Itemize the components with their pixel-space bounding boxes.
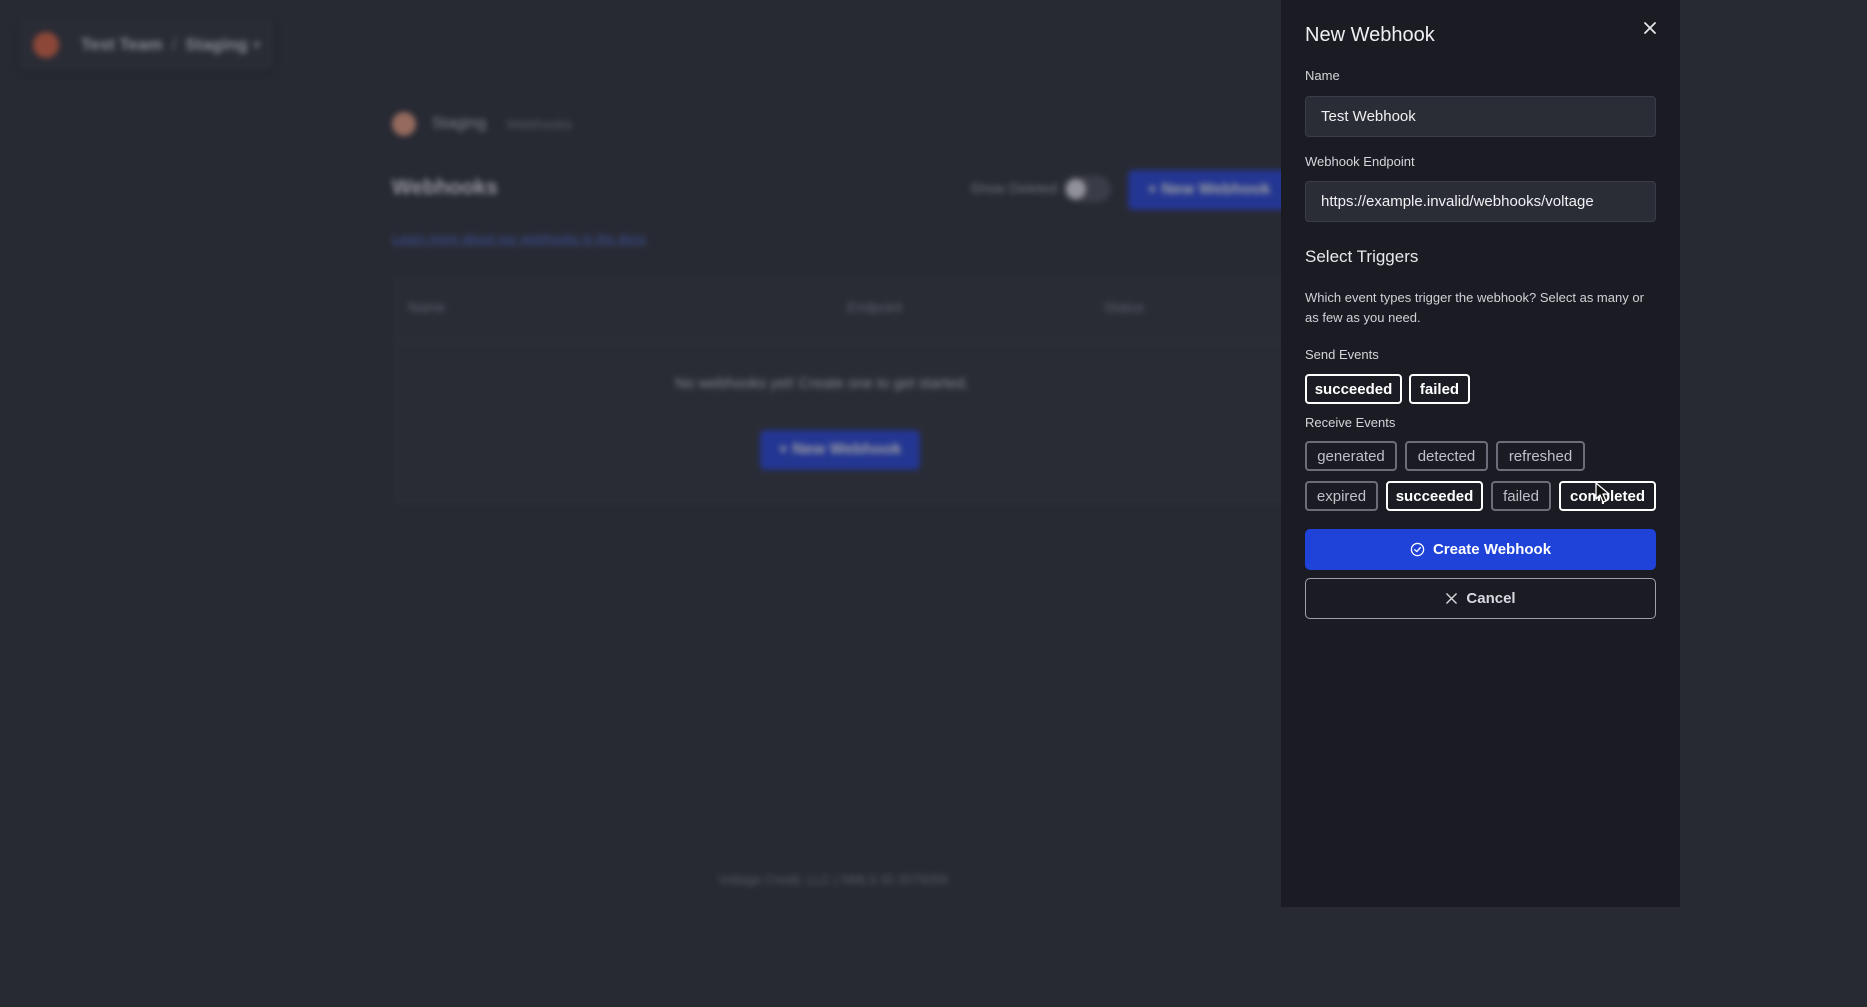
environment-name: Staging [185, 35, 248, 54]
team-switcher[interactable]: Test Team / Staging ▾ [19, 19, 274, 71]
endpoint-input[interactable] [1305, 181, 1656, 222]
send-events-label: Send Events [1305, 347, 1379, 362]
receive-events-label: Receive Events [1305, 415, 1396, 430]
column-header-status: Status [1104, 299, 1144, 315]
webhooks-table: Name Endpoint Status No webhooks yet! Cr… [392, 275, 1292, 505]
learn-more-link[interactable]: Learn more about our webhooks in the doc… [392, 231, 646, 246]
check-circle-icon [1410, 542, 1425, 557]
receive-event-generated-chip[interactable]: generated [1305, 441, 1397, 471]
footer: Voltage Credit, LLC | NMLS ID 2079356 [718, 872, 949, 887]
table-divider [392, 341, 1292, 342]
column-header-name: Name [408, 299, 446, 315]
receive-event-refreshed-chip[interactable]: refreshed [1496, 441, 1585, 471]
panel-title: New Webhook [1305, 24, 1435, 46]
receive-event-completed-chip[interactable]: completed [1559, 481, 1656, 511]
select-triggers-title: Select Triggers [1305, 247, 1419, 266]
new-webhook-button[interactable]: + New Webhook [1128, 170, 1290, 210]
send-event-succeeded-chip[interactable]: succeeded [1305, 374, 1402, 404]
cancel-button[interactable]: Cancel [1305, 578, 1656, 619]
team-logo [33, 32, 59, 58]
team-name: Test Team [81, 35, 163, 54]
receive-event-expired-chip[interactable]: expired [1305, 481, 1378, 511]
chevron-down-icon: ▾ [253, 37, 260, 52]
triggers-help-text: Which event types trigger the webhook? S… [1305, 290, 1644, 325]
name-input[interactable] [1305, 96, 1656, 137]
close-icon[interactable] [1640, 18, 1660, 38]
breadcrumb-parent[interactable]: Staging [432, 115, 486, 133]
receive-event-failed-chip[interactable]: failed [1491, 481, 1551, 511]
avatar [392, 112, 416, 136]
show-deleted-label: Show Deleted [970, 180, 1058, 196]
new-webhook-panel: New Webhook Name Webhook Endpoint Select… [1281, 0, 1680, 907]
cancel-label: Cancel [1466, 590, 1516, 607]
column-header-endpoint: Endpoint [847, 299, 903, 315]
create-webhook-button[interactable]: Create Webhook [1305, 529, 1656, 570]
breadcrumb-current: Webhooks [506, 116, 573, 132]
receive-event-succeeded-chip[interactable]: succeeded [1386, 481, 1483, 511]
team-separator: / [171, 35, 177, 54]
new-webhook-button-empty[interactable]: + New Webhook [760, 430, 920, 470]
name-label: Name [1305, 68, 1340, 83]
x-icon [1445, 592, 1458, 605]
breadcrumb: Staging Webhooks [392, 112, 572, 136]
send-event-failed-chip[interactable]: failed [1409, 374, 1470, 404]
toggle-knob [1066, 179, 1086, 199]
empty-state-message: No webhooks yet! Create one to get start… [675, 375, 969, 392]
endpoint-label: Webhook Endpoint [1305, 154, 1415, 169]
show-deleted-toggle[interactable] [1063, 176, 1111, 202]
receive-event-detected-chip[interactable]: detected [1405, 441, 1488, 471]
page-title: Webhooks [392, 176, 498, 199]
create-webhook-label: Create Webhook [1432, 541, 1552, 558]
